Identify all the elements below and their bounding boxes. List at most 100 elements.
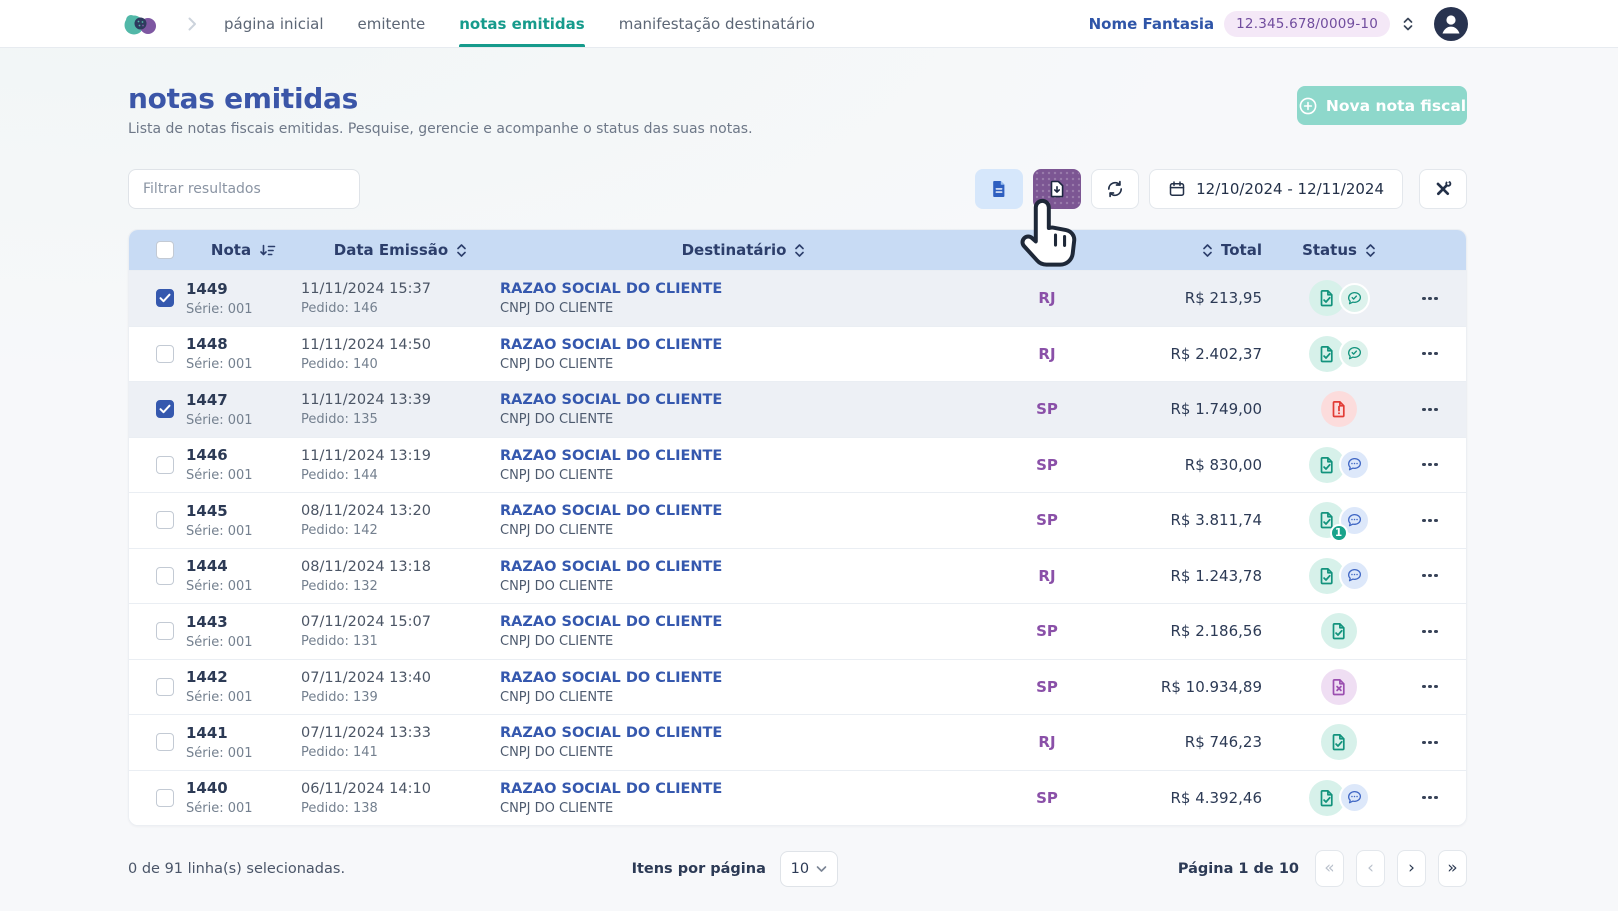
row-menu-button[interactable] bbox=[1418, 677, 1441, 696]
table-row[interactable]: 1445 Série: 001 08/11/2024 13:20 Pedido:… bbox=[129, 492, 1466, 548]
row-menu-button[interactable] bbox=[1418, 788, 1441, 807]
nav-item-emitente[interactable]: emitente bbox=[358, 0, 426, 47]
row-menu-button[interactable] bbox=[1418, 344, 1441, 363]
issue-datetime: 11/11/2024 13:19 bbox=[301, 447, 500, 465]
row-checkbox[interactable] bbox=[156, 567, 174, 585]
row-checkbox[interactable] bbox=[156, 789, 174, 807]
status-chat-icon[interactable] bbox=[1339, 560, 1370, 591]
uf-value: RJ bbox=[1038, 289, 1055, 307]
table-row[interactable]: 1444 Série: 001 08/11/2024 13:18 Pedido:… bbox=[129, 548, 1466, 604]
row-menu-button[interactable] bbox=[1418, 455, 1441, 474]
status-icons bbox=[1321, 724, 1357, 760]
table-header: Nota Data Emissão Destinatário UF bbox=[129, 230, 1466, 270]
customer-name-link[interactable]: RAZAO SOCIAL DO CLIENTE bbox=[500, 780, 987, 798]
row-menu-button[interactable] bbox=[1418, 289, 1441, 308]
row-checkbox[interactable] bbox=[156, 733, 174, 751]
customer-name-link[interactable]: RAZAO SOCIAL DO CLIENTE bbox=[500, 669, 987, 687]
new-invoice-button[interactable]: Nova nota fiscal bbox=[1297, 86, 1467, 125]
uf-value: RJ bbox=[1038, 733, 1055, 751]
customer-cnpj: CNPJ DO CLIENTE bbox=[500, 579, 987, 594]
row-checkbox[interactable] bbox=[156, 622, 174, 640]
row-checkbox[interactable] bbox=[156, 678, 174, 696]
table-row[interactable]: 1449 Série: 001 11/11/2024 15:37 Pedido:… bbox=[129, 270, 1466, 326]
customer-name-link[interactable]: RAZAO SOCIAL DO CLIENTE bbox=[500, 280, 987, 298]
account-area[interactable]: Nome Fantasia 12.345.678/0009-10 bbox=[1089, 7, 1468, 41]
col-header-nota[interactable]: Nota bbox=[186, 241, 301, 259]
customer-name-link[interactable]: RAZAO SOCIAL DO CLIENTE bbox=[500, 447, 987, 465]
invoice-number: 1443 bbox=[186, 613, 301, 632]
user-avatar[interactable] bbox=[1434, 7, 1468, 41]
items-per-page-select[interactable]: 10 bbox=[780, 851, 838, 887]
invoice-total: R$ 830,00 bbox=[1185, 456, 1262, 474]
date-range-button[interactable]: 12/10/2024 - 12/11/2024 bbox=[1149, 169, 1403, 209]
customer-name-link[interactable]: RAZAO SOCIAL DO CLIENTE bbox=[500, 558, 987, 576]
status-document-icon[interactable] bbox=[1321, 669, 1357, 705]
row-menu-button[interactable] bbox=[1418, 400, 1441, 419]
invoice-number: 1441 bbox=[186, 724, 301, 743]
row-checkbox[interactable] bbox=[156, 345, 174, 363]
invoice-series: Série: 001 bbox=[186, 357, 301, 372]
export-report-button[interactable] bbox=[975, 169, 1023, 209]
row-menu-button[interactable] bbox=[1418, 511, 1441, 530]
customer-name-link[interactable]: RAZAO SOCIAL DO CLIENTE bbox=[500, 336, 987, 354]
col-header-destinatario[interactable]: Destinatário bbox=[500, 241, 987, 259]
row-menu-button[interactable] bbox=[1418, 733, 1441, 752]
nav-item-manifestacao-destinatario[interactable]: manifestação destinatário bbox=[619, 0, 815, 47]
customer-name-link[interactable]: RAZAO SOCIAL DO CLIENTE bbox=[500, 502, 987, 520]
col-header-data-emissao[interactable]: Data Emissão bbox=[301, 241, 500, 259]
row-checkbox[interactable] bbox=[156, 400, 174, 418]
row-checkbox[interactable] bbox=[156, 289, 174, 307]
company-name: Nome Fantasia bbox=[1089, 15, 1215, 33]
status-chat-icon[interactable] bbox=[1339, 283, 1370, 314]
nav-item-notas-emitidas[interactable]: notas emitidas bbox=[459, 0, 584, 47]
status-document-icon[interactable] bbox=[1321, 391, 1357, 427]
refresh-button[interactable] bbox=[1091, 169, 1139, 209]
col-header-uf[interactable]: UF bbox=[987, 241, 1107, 259]
company-switcher-icon[interactable] bbox=[1400, 16, 1416, 32]
customer-cnpj: CNPJ DO CLIENTE bbox=[500, 634, 987, 649]
invoice-series: Série: 001 bbox=[186, 690, 301, 705]
next-page-button[interactable]: › bbox=[1397, 850, 1426, 887]
filter-input[interactable] bbox=[128, 169, 360, 209]
customer-name-link[interactable]: RAZAO SOCIAL DO CLIENTE bbox=[500, 391, 987, 409]
status-document-icon[interactable] bbox=[1321, 724, 1357, 760]
table-row[interactable]: 1440 Série: 001 06/11/2024 14:10 Pedido:… bbox=[129, 770, 1466, 826]
customer-name-link[interactable]: RAZAO SOCIAL DO CLIENTE bbox=[500, 724, 987, 742]
status-chat-icon[interactable] bbox=[1339, 449, 1370, 480]
uf-value: RJ bbox=[1038, 345, 1055, 363]
issue-datetime: 11/11/2024 15:37 bbox=[301, 280, 500, 298]
status-document-icon[interactable] bbox=[1321, 613, 1357, 649]
row-menu-button[interactable] bbox=[1418, 566, 1441, 585]
prev-page-button[interactable]: ‹ bbox=[1356, 850, 1385, 887]
settings-tools-button[interactable] bbox=[1419, 169, 1467, 209]
invoice-number: 1445 bbox=[186, 502, 301, 521]
customer-name-link[interactable]: RAZAO SOCIAL DO CLIENTE bbox=[500, 613, 987, 631]
table-row[interactable]: 1448 Série: 001 11/11/2024 14:50 Pedido:… bbox=[129, 326, 1466, 382]
order-number: Pedido: 141 bbox=[301, 745, 500, 760]
table-row[interactable]: 1442 Série: 001 07/11/2024 13:40 Pedido:… bbox=[129, 659, 1466, 715]
col-header-status[interactable]: Status bbox=[1262, 241, 1394, 259]
row-checkbox[interactable] bbox=[156, 456, 174, 474]
col-header-total[interactable]: Total bbox=[1107, 241, 1262, 259]
nav-item-pagina-inicial[interactable]: página inicial bbox=[224, 0, 324, 47]
table-row[interactable]: 1447 Série: 001 11/11/2024 13:39 Pedido:… bbox=[129, 381, 1466, 437]
uf-value: RJ bbox=[1038, 567, 1055, 585]
order-number: Pedido: 140 bbox=[301, 357, 500, 372]
app-logo-icon[interactable] bbox=[122, 9, 160, 39]
table-row[interactable]: 1443 Série: 001 07/11/2024 15:07 Pedido:… bbox=[129, 603, 1466, 659]
status-icons bbox=[1321, 391, 1357, 427]
select-all-checkbox[interactable] bbox=[156, 241, 174, 259]
status-icons bbox=[1321, 613, 1357, 649]
order-number: Pedido: 144 bbox=[301, 468, 500, 483]
last-page-button[interactable]: » bbox=[1438, 850, 1467, 887]
first-page-button[interactable]: « bbox=[1315, 850, 1344, 887]
table-row[interactable]: 1446 Série: 001 11/11/2024 13:19 Pedido:… bbox=[129, 437, 1466, 493]
row-menu-button[interactable] bbox=[1418, 622, 1441, 641]
date-range-value: 12/10/2024 - 12/11/2024 bbox=[1196, 180, 1384, 198]
download-xml-button[interactable] bbox=[1033, 169, 1081, 209]
issue-datetime: 07/11/2024 13:40 bbox=[301, 669, 500, 687]
status-chat-icon[interactable] bbox=[1339, 338, 1370, 369]
table-row[interactable]: 1441 Série: 001 07/11/2024 13:33 Pedido:… bbox=[129, 714, 1466, 770]
status-chat-icon[interactable] bbox=[1339, 782, 1370, 813]
row-checkbox[interactable] bbox=[156, 511, 174, 529]
